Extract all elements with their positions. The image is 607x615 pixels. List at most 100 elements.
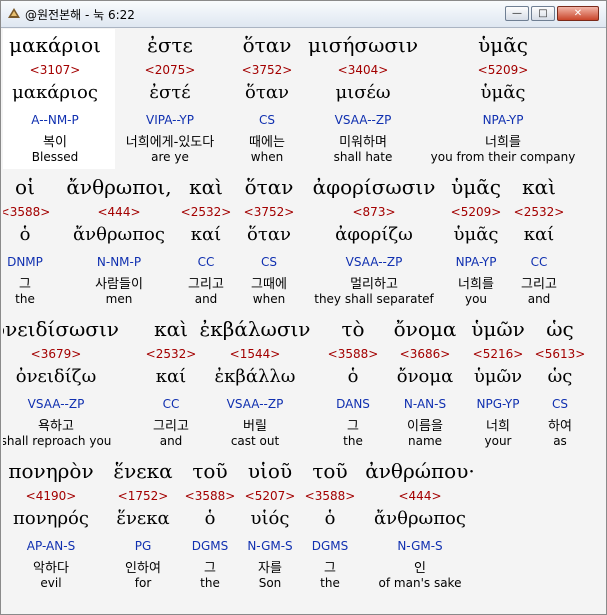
korean-gloss: 미워하며 bbox=[339, 135, 387, 150]
strongs-number: <2532> bbox=[145, 347, 197, 361]
strongs-number: <444> bbox=[398, 489, 442, 503]
parsing-code: DANS bbox=[336, 397, 370, 411]
parsing-code: VIPA--YP bbox=[146, 113, 194, 127]
strongs-number: <5209> bbox=[477, 63, 529, 77]
strongs-number: <444> bbox=[97, 205, 141, 219]
lemma: πονηρός bbox=[13, 508, 89, 529]
korean-gloss: 너희를 bbox=[485, 135, 521, 150]
lemma: ὡς bbox=[547, 366, 573, 387]
korean-gloss: 욕하고 bbox=[38, 419, 74, 434]
strongs-number: <3588> bbox=[304, 489, 356, 503]
lemma: ἐστέ bbox=[149, 82, 191, 103]
lemma: ὁ bbox=[347, 366, 359, 387]
lemma: ὅταν bbox=[247, 224, 291, 245]
title-bar[interactable]: @원전본해 - 눅 6:22 — □ ✕ bbox=[1, 1, 606, 28]
strongs-number: <4190> bbox=[25, 489, 77, 503]
window-title: @원전본해 - 눅 6:22 bbox=[25, 8, 135, 22]
parsing-code: PG bbox=[134, 539, 152, 553]
strongs-number: <1544> bbox=[229, 347, 281, 361]
korean-gloss: 그 bbox=[204, 561, 216, 576]
greek-word: τοῦ bbox=[312, 459, 348, 483]
parsing-code: CS bbox=[261, 255, 277, 269]
strongs-number: <3752> bbox=[243, 205, 295, 219]
english-gloss: when bbox=[250, 150, 284, 164]
english-gloss: name bbox=[407, 434, 443, 448]
parsing-code: VSAA--ZP bbox=[27, 397, 85, 411]
lemma: ὀνειδίζω bbox=[15, 366, 97, 387]
english-gloss: of man's sake bbox=[378, 576, 462, 590]
strongs-number: <3588> bbox=[184, 489, 236, 503]
korean-gloss: 사람들이 bbox=[95, 277, 143, 292]
greek-word: υἱοῦ bbox=[247, 459, 293, 483]
parsing-code: A--NM-P bbox=[31, 113, 79, 127]
greek-word: καὶ bbox=[189, 175, 223, 199]
parsing-code: VSAA--ZP bbox=[345, 255, 403, 269]
korean-gloss: 너희에게-있도다 bbox=[125, 135, 215, 150]
lemma: ἄνθρωπος bbox=[374, 508, 466, 529]
minimize-button[interactable]: — bbox=[505, 6, 529, 21]
english-gloss: and bbox=[159, 434, 183, 448]
lemma: καί bbox=[190, 224, 222, 245]
english-gloss: and bbox=[527, 292, 551, 306]
korean-gloss: 그 bbox=[19, 277, 31, 292]
greek-word: ἄνθρωποι, bbox=[66, 175, 172, 199]
greek-word: καὶ bbox=[522, 175, 556, 199]
greek-word: ὅταν bbox=[242, 33, 292, 57]
korean-gloss: 너희 bbox=[486, 419, 510, 434]
strongs-number: <3679> bbox=[30, 347, 82, 361]
parsing-code: NPG-YP bbox=[476, 397, 520, 411]
close-button[interactable]: ✕ bbox=[557, 6, 599, 21]
greek-word: τοῦ bbox=[192, 459, 228, 483]
english-gloss: the bbox=[200, 576, 220, 590]
greek-word: οἱ bbox=[15, 175, 35, 199]
korean-gloss: 악하다 bbox=[33, 561, 69, 576]
lemma: ὁ bbox=[19, 224, 31, 245]
english-gloss: Son bbox=[258, 576, 282, 590]
korean-gloss: 멀리하고 bbox=[350, 277, 398, 292]
greek-word: καὶ bbox=[154, 317, 188, 341]
english-gloss: shall reproach you bbox=[3, 434, 112, 448]
maximize-button[interactable]: □ bbox=[531, 6, 555, 21]
lemma: ὑμᾶς bbox=[453, 224, 499, 245]
english-gloss: evil bbox=[40, 576, 62, 590]
korean-gloss: 인하여 bbox=[125, 561, 161, 576]
greek-word: ἐστε bbox=[147, 33, 193, 57]
parsing-code: VSAA--ZP bbox=[334, 113, 392, 127]
english-gloss: shall hate bbox=[333, 150, 393, 164]
greek-word: ὡς bbox=[546, 317, 574, 341]
parsing-code: DNMP bbox=[7, 255, 43, 269]
strongs-number: <873> bbox=[352, 205, 396, 219]
english-gloss: Blessed bbox=[31, 150, 79, 164]
english-gloss: you bbox=[464, 292, 488, 306]
english-gloss: your bbox=[484, 434, 512, 448]
strongs-number: <3752> bbox=[241, 63, 293, 77]
greek-word: ἐκβάλωσιν bbox=[199, 317, 311, 341]
parsing-code: NPA-YP bbox=[482, 113, 524, 127]
korean-gloss: 때에는 bbox=[249, 135, 285, 150]
parsing-code: AP-AN-S bbox=[26, 539, 76, 553]
english-gloss: for bbox=[134, 576, 152, 590]
lemma: ἀφορίζω bbox=[335, 224, 413, 245]
korean-gloss: 그 bbox=[347, 419, 359, 434]
korean-gloss: 그리고 bbox=[188, 277, 224, 292]
strongs-number: <2532> bbox=[513, 205, 565, 219]
english-gloss: when bbox=[252, 292, 286, 306]
interlinear-content: μακάριοι <3107> μακάριος A--NM-P 복이 Blessed ἐσ… bbox=[3, 29, 604, 612]
lemma: μισέω bbox=[335, 82, 391, 103]
parsing-code: CC bbox=[197, 255, 215, 269]
lemma: ὄνομα bbox=[396, 366, 454, 387]
lemma: ὁ bbox=[204, 508, 216, 529]
app-window: @원전본해 - 눅 6:22 — □ ✕ μακάριοι <3107> μακάρ… bbox=[0, 0, 607, 615]
lemma: ἕνεκα bbox=[116, 508, 170, 529]
english-gloss: are ye bbox=[151, 150, 189, 164]
strongs-number: <5216> bbox=[472, 347, 524, 361]
parsing-code: CS bbox=[259, 113, 275, 127]
greek-word: ὑμᾶς bbox=[478, 33, 528, 57]
greek-word: ἕνεκα bbox=[113, 459, 173, 483]
parsing-code: N-GM-S bbox=[397, 539, 443, 553]
korean-gloss: 그 bbox=[324, 561, 336, 576]
korean-gloss: 그리고 bbox=[521, 277, 557, 292]
greek-word: ὅταν bbox=[244, 175, 294, 199]
korean-gloss: 복이 bbox=[43, 135, 67, 150]
korean-gloss: 인 bbox=[414, 561, 426, 576]
